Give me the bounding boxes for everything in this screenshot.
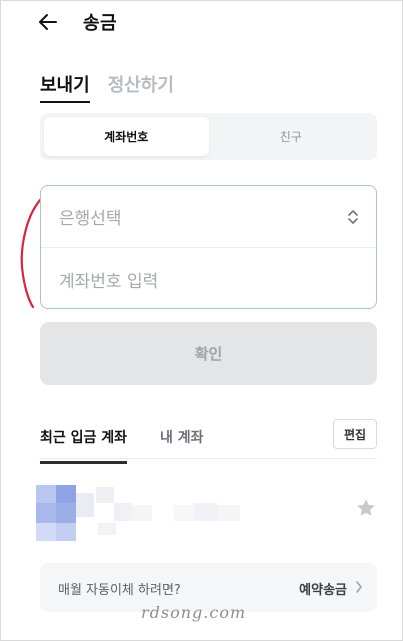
transfer-type-segment: 계좌번호 친구 — [40, 113, 377, 160]
segment-friend[interactable]: 친구 — [209, 117, 374, 156]
app-frame: 송금 보내기 정산하기 계좌번호 친구 은행선택 계좌번호 입력 확인 최근 입… — [0, 0, 403, 641]
account-number-placeholder: 계좌번호 입력 — [59, 271, 159, 292]
tab-send[interactable]: 보내기 — [40, 71, 90, 103]
scheduled-transfer-link[interactable]: 예약송금 — [299, 579, 347, 598]
mode-tabs: 보내기 정산하기 — [40, 71, 174, 103]
back-button[interactable] — [35, 9, 61, 35]
tab-settle[interactable]: 정산하기 — [108, 71, 174, 103]
bank-select-placeholder: 은행선택 — [59, 209, 122, 229]
banner-text: 매월 자동이체 하려면? — [58, 583, 181, 598]
page-title: 송금 — [83, 13, 118, 34]
arrow-left-icon — [39, 14, 57, 30]
recent-account-item[interactable] — [36, 479, 381, 545]
tab-recent-deposit-accounts[interactable]: 최근 입금 계좌 — [40, 427, 128, 464]
account-number-input[interactable]: 계좌번호 입력 — [41, 248, 376, 310]
bank-select[interactable]: 은행선택 — [41, 186, 376, 248]
star-icon[interactable] — [355, 497, 377, 519]
account-form: 은행선택 계좌번호 입력 — [40, 185, 377, 309]
watermark: rdsong.com — [141, 603, 247, 622]
tab-my-accounts[interactable]: 내 계좌 — [160, 427, 204, 461]
edit-button[interactable]: 편집 — [333, 419, 377, 449]
chevron-updown-icon — [348, 210, 358, 224]
confirm-button[interactable]: 확인 — [40, 322, 377, 385]
chevron-right-icon — [356, 581, 362, 593]
recent-tabs: 최근 입금 계좌 내 계좌 편집 — [40, 419, 377, 464]
segment-account-number[interactable]: 계좌번호 — [44, 117, 209, 156]
header: 송금 — [1, 1, 403, 45]
